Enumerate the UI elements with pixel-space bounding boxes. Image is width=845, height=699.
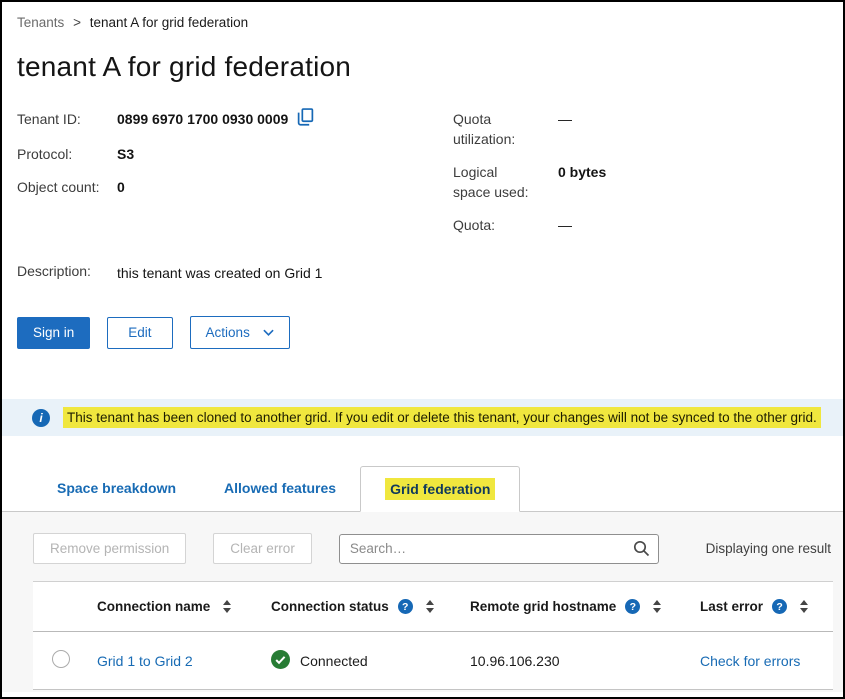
connection-status-help-icon[interactable]: ? xyxy=(398,599,413,614)
description-row: Description: this tenant was created on … xyxy=(17,261,831,283)
breadcrumb-separator: > xyxy=(73,15,81,30)
results-count-text: Displaying one result xyxy=(706,541,834,556)
tenant-details: Tenant ID: 0899 6970 1700 0930 0009 Prot… xyxy=(17,109,831,235)
row-radio-button[interactable] xyxy=(52,650,70,668)
logical-space-used-label: Logical space used: xyxy=(453,162,558,202)
quota-row: Quota: — xyxy=(453,215,606,235)
quota-value: — xyxy=(558,215,572,235)
protocol-value: S3 xyxy=(117,144,134,164)
quota-utilization-row: Quota utilization: — xyxy=(453,109,606,149)
tenant-id-value: 0899 6970 1700 0930 0009 xyxy=(117,109,314,131)
sort-remote-grid-hostname[interactable] xyxy=(653,600,661,613)
tab-space-breakdown[interactable]: Space breakdown xyxy=(33,465,200,511)
page-title: tenant A for grid federation xyxy=(17,51,831,83)
table-header-row: Connection name Connection status ? Remo… xyxy=(33,582,833,632)
table-toolbar: Remove permission Clear error Displaying… xyxy=(33,533,834,564)
description-value: this tenant was created on Grid 1 xyxy=(117,261,322,283)
info-banner: i This tenant has been cloned to another… xyxy=(2,399,843,436)
edit-button[interactable]: Edit xyxy=(107,317,172,349)
sign-in-button[interactable]: Sign in xyxy=(17,317,90,349)
connection-status-header-label: Connection status xyxy=(271,599,389,614)
object-count-row: Object count: 0 xyxy=(17,177,453,197)
remote-grid-hostname-cell: 10.96.106.230 xyxy=(470,632,700,690)
remote-grid-hostname-text: 10.96.106.230 xyxy=(470,653,560,669)
chevron-down-icon xyxy=(263,324,274,340)
tenant-id-label: Tenant ID: xyxy=(17,109,117,131)
actions-button-label: Actions xyxy=(206,325,250,340)
page-content: Tenants > tenant A for grid federation t… xyxy=(2,2,843,349)
connections-table: Connection name Connection status ? Remo… xyxy=(33,581,833,690)
quota-label: Quota: xyxy=(453,215,558,235)
tab-bar: Space breakdown Allowed features Grid fe… xyxy=(2,465,843,512)
connection-status-text: Connected xyxy=(300,653,368,669)
copy-icon[interactable] xyxy=(297,108,314,131)
radio-column-header xyxy=(33,582,97,632)
protocol-label: Protocol: xyxy=(17,144,117,164)
quota-utilization-label: Quota utilization: xyxy=(453,109,558,149)
protocol-row: Protocol: S3 xyxy=(17,144,453,164)
sort-connection-status[interactable] xyxy=(426,600,434,613)
breadcrumb-current: tenant A for grid federation xyxy=(90,15,248,30)
grid-federation-panel: Remove permission Clear error Displaying… xyxy=(2,512,843,692)
clear-error-button[interactable]: Clear error xyxy=(213,533,312,564)
row-select-cell xyxy=(33,632,97,690)
description-label: Description: xyxy=(17,261,117,283)
connection-name-cell: Grid 1 to Grid 2 xyxy=(97,632,271,690)
column-last-error: Last error ? xyxy=(700,582,833,632)
connected-check-icon xyxy=(271,650,290,672)
table-row: Grid 1 to Grid 2 Connected 10.96.106.230… xyxy=(33,632,833,690)
object-count-value: 0 xyxy=(117,177,125,197)
details-right-column: Quota utilization: — Logical space used:… xyxy=(453,109,606,235)
search-icon[interactable] xyxy=(633,540,650,562)
details-left-column: Tenant ID: 0899 6970 1700 0930 0009 Prot… xyxy=(17,109,453,235)
tab-grid-federation-label: Grid federation xyxy=(385,478,495,500)
remote-grid-hostname-help-icon[interactable]: ? xyxy=(625,599,640,614)
logical-space-used-row: Logical space used: 0 bytes xyxy=(453,162,606,202)
tab-allowed-features[interactable]: Allowed features xyxy=(200,465,360,511)
last-error-cell: Check for errors xyxy=(700,632,833,690)
search-input[interactable] xyxy=(339,534,659,564)
tenant-id-row: Tenant ID: 0899 6970 1700 0930 0009 xyxy=(17,109,453,131)
banner-highlighted-text: This tenant has been cloned to another g… xyxy=(63,407,821,428)
column-connection-status: Connection status ? xyxy=(271,582,470,632)
breadcrumb: Tenants > tenant A for grid federation xyxy=(17,2,831,30)
column-connection-name: Connection name xyxy=(97,582,271,632)
last-error-help-icon[interactable]: ? xyxy=(772,599,787,614)
connection-status-cell: Connected xyxy=(271,632,470,690)
check-for-errors-link[interactable]: Check for errors xyxy=(700,653,800,669)
tab-grid-federation[interactable]: Grid federation xyxy=(360,466,520,512)
tenant-id-text: 0899 6970 1700 0930 0009 xyxy=(117,109,288,129)
remove-permission-button[interactable]: Remove permission xyxy=(33,533,186,564)
connection-name-link[interactable]: Grid 1 to Grid 2 xyxy=(97,653,193,669)
object-count-label: Object count: xyxy=(17,177,117,197)
quota-utilization-value: — xyxy=(558,109,572,149)
info-icon: i xyxy=(32,409,50,427)
logical-space-used-value: 0 bytes xyxy=(558,162,606,202)
sort-connection-name[interactable] xyxy=(223,600,231,613)
actions-button[interactable]: Actions xyxy=(190,316,290,349)
column-remote-grid-hostname: Remote grid hostname ? xyxy=(470,582,700,632)
last-error-header-label: Last error xyxy=(700,599,763,614)
sort-last-error[interactable] xyxy=(800,600,808,613)
search-box xyxy=(339,534,659,564)
remote-grid-hostname-header-label: Remote grid hostname xyxy=(470,599,616,614)
action-buttons: Sign in Edit Actions xyxy=(17,316,831,349)
tenant-details-page: { "breadcrumb": { "parent": "Tenants", "… xyxy=(0,0,845,699)
connection-name-header-label: Connection name xyxy=(97,599,210,614)
breadcrumb-tenants-link[interactable]: Tenants xyxy=(17,15,64,30)
